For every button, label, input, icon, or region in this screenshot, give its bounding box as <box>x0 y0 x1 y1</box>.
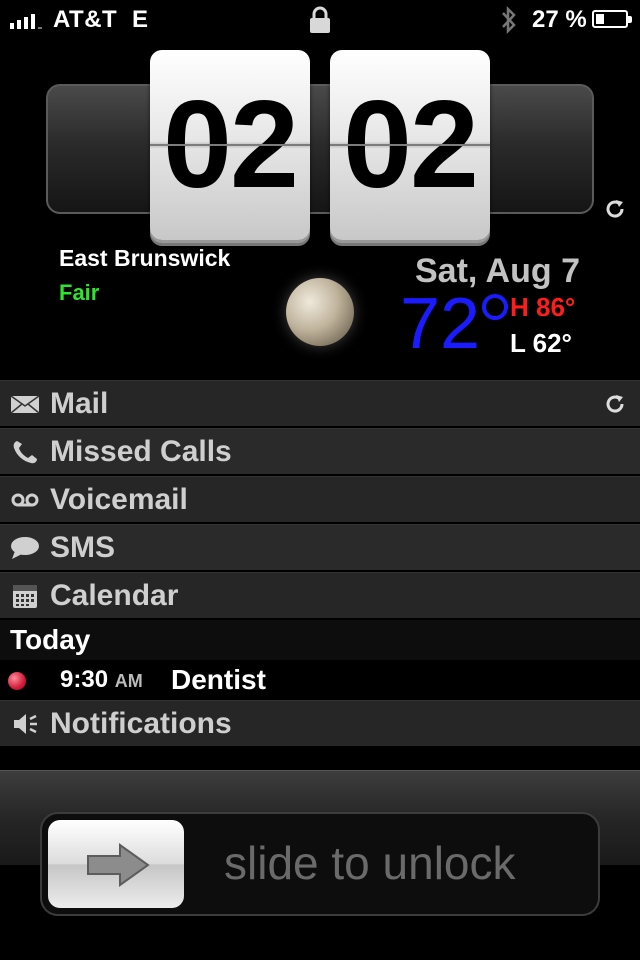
temperature-high: H 86° <box>510 292 576 322</box>
battery-percent: 27 % <box>532 6 587 33</box>
today-header: Today <box>0 620 640 660</box>
event-time: 9:30 AM <box>60 666 143 694</box>
network-type: E <box>132 6 149 33</box>
voicemail-label: Voicemail <box>50 483 188 516</box>
current-temperature: 72 <box>400 284 481 364</box>
notifications-label: Notifications <box>50 707 232 740</box>
phone-icon <box>13 441 37 464</box>
weather-condition: Fair <box>59 280 100 305</box>
degree-icon <box>482 294 508 320</box>
temperature-low: L 62° <box>510 328 572 358</box>
lock-icon <box>310 6 330 33</box>
notification-speaker-icon <box>14 714 37 734</box>
weather-city: East Brunswick <box>59 245 231 271</box>
voicemail-icon <box>11 493 39 507</box>
mail-label: Mail <box>50 387 109 420</box>
voicemail-row[interactable]: Voicemail <box>0 476 640 522</box>
status-bar: AT&T E 27 % <box>0 0 640 40</box>
sms-row[interactable]: SMS <box>0 524 640 570</box>
event-color-dot <box>8 672 26 690</box>
clock-minutes: 02 <box>330 50 490 240</box>
weather-refresh-icon[interactable] <box>602 196 628 222</box>
slide-to-unlock-text: slide to unlock <box>224 837 516 889</box>
flip-hinge <box>330 144 490 146</box>
sms-label: SMS <box>50 531 116 564</box>
unlock-slider-knob[interactable] <box>48 820 184 908</box>
notifications-row[interactable]: Notifications <box>0 700 640 746</box>
bluetooth-icon <box>502 5 516 35</box>
signal-bars-icon <box>10 11 42 29</box>
clock-tray <box>46 84 594 214</box>
event-title: Dentist <box>171 664 266 695</box>
clock-hours: 02 <box>150 50 310 240</box>
carrier-name: AT&T <box>53 6 118 33</box>
mail-row[interactable]: Mail <box>0 380 640 426</box>
moon-weather-icon <box>286 278 354 346</box>
battery-icon <box>592 10 632 28</box>
mail-refresh-icon[interactable] <box>602 391 628 417</box>
today-label: Today <box>10 624 91 655</box>
flip-hinge <box>150 144 310 146</box>
sms-bubble-icon <box>11 537 39 559</box>
calendar-icon <box>13 585 37 608</box>
mail-icon <box>10 395 40 414</box>
event-time-value: 9:30 <box>60 666 109 693</box>
missed-calls-label: Missed Calls <box>50 435 232 468</box>
calendar-row[interactable]: Calendar <box>0 572 640 618</box>
calendar-label: Calendar <box>50 579 179 612</box>
arrow-right-icon <box>87 843 150 887</box>
battery-level <box>596 14 604 24</box>
event-time-ampm: AM <box>114 671 143 691</box>
missed-calls-row[interactable]: Missed Calls <box>0 428 640 474</box>
